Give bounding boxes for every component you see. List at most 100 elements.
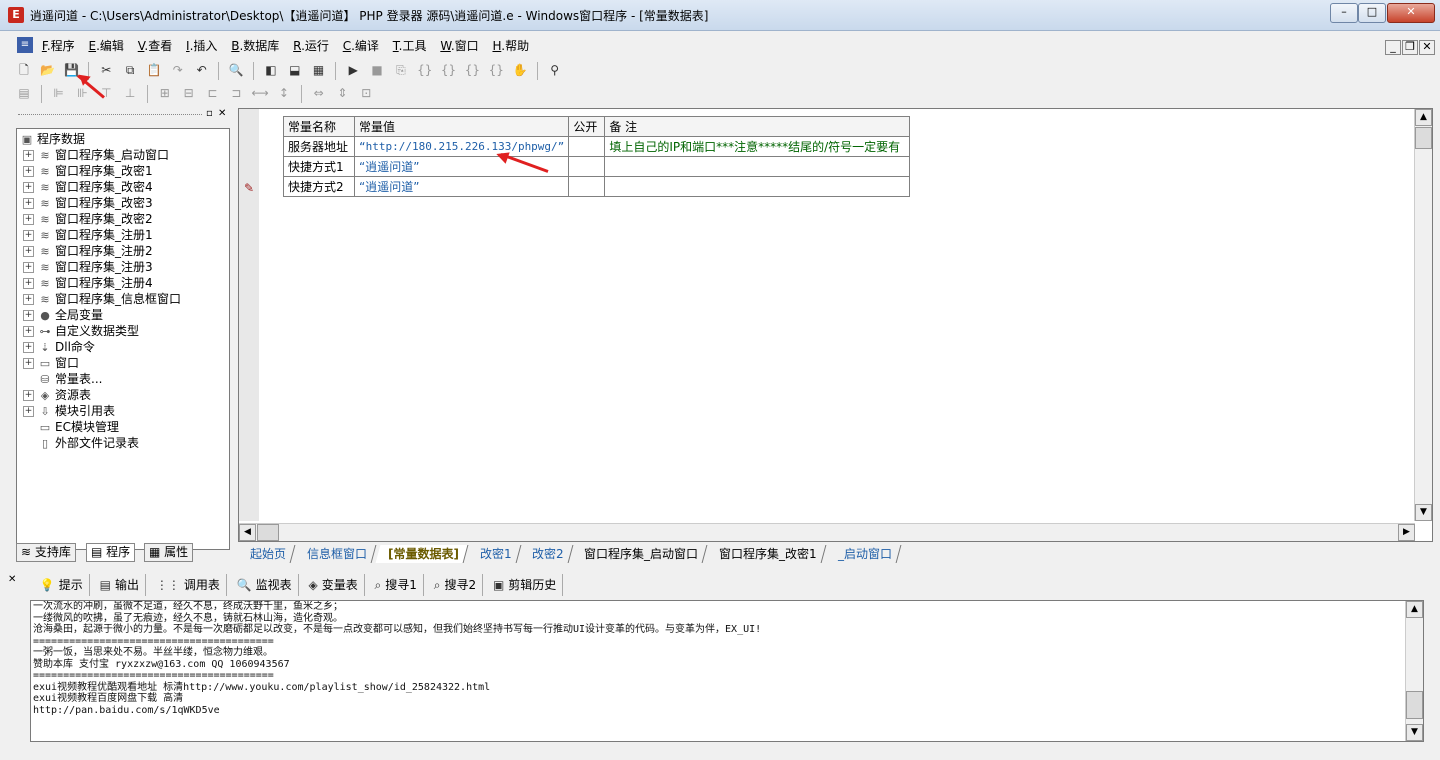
hscroll-thumb[interactable] bbox=[257, 524, 279, 541]
panel-pin-icon[interactable]: ▫ bbox=[206, 108, 213, 119]
tree-item-globals[interactable]: + ● 全局变量 bbox=[23, 307, 103, 323]
cell-value[interactable]: “http://180.215.226.133/phpwg/” bbox=[353, 136, 570, 157]
scroll-thumb[interactable] bbox=[1415, 127, 1432, 149]
output-panel[interactable]: 一次流水的冲刷，虽微不足道，经久不息，终成沃野千里，鱼米之乡； 一缕微风的吹拂，… bbox=[30, 600, 1424, 742]
redo-icon[interactable]: ↷ bbox=[168, 60, 188, 80]
output-scroll-thumb[interactable] bbox=[1406, 691, 1423, 719]
step-into-icon[interactable]: {} bbox=[415, 60, 435, 80]
menu-compile[interactable]: C.编译 bbox=[343, 36, 379, 56]
cell-public[interactable] bbox=[568, 136, 606, 157]
same-width-icon[interactable]: ⊏ bbox=[202, 83, 222, 103]
tab-output[interactable]: ▤ 输出 bbox=[94, 574, 146, 596]
find-icon[interactable]: 🔍 bbox=[226, 60, 246, 80]
editor-horizontal-scrollbar[interactable]: ◀ ▶ bbox=[239, 523, 1415, 541]
output-scroll-up-icon[interactable]: ▲ bbox=[1406, 601, 1423, 618]
cell-public[interactable] bbox=[568, 176, 606, 197]
align-left-icon[interactable]: ⊫ bbox=[49, 83, 69, 103]
tree-item-external[interactable]: ▯ 外部文件记录表 bbox=[23, 435, 139, 451]
cell-name[interactable]: 快捷方式2 bbox=[283, 176, 355, 197]
cell-public[interactable] bbox=[568, 156, 606, 177]
close-button[interactable]: ✕ bbox=[1387, 3, 1435, 23]
scroll-up-icon[interactable]: ▲ bbox=[1415, 109, 1432, 126]
tree-item[interactable]: + ≋ 窗口程序集_改密1 bbox=[23, 163, 153, 179]
tree-item-constants[interactable]: ⛁ 常量表... bbox=[23, 371, 102, 387]
copy-icon[interactable]: ⧉ bbox=[120, 60, 140, 80]
align-bottom-icon[interactable]: ⊥ bbox=[120, 83, 140, 103]
tab-startup-window[interactable]: _启动窗口 bbox=[825, 545, 902, 563]
menu-database[interactable]: B.数据库 bbox=[231, 36, 279, 56]
panel-close-icon[interactable]: ✕ bbox=[218, 108, 226, 119]
cell-note[interactable] bbox=[604, 156, 911, 177]
tree-item-window[interactable]: + ▭ 窗口 bbox=[23, 355, 79, 371]
tree-item-modules[interactable]: + ⇩ 模块引用表 bbox=[23, 403, 115, 419]
tree-root[interactable]: ▣ 程序数据 bbox=[20, 131, 85, 147]
scroll-right-icon[interactable]: ▶ bbox=[1398, 524, 1415, 541]
tree-item[interactable]: + ≋ 窗口程序集_注册1 bbox=[23, 227, 153, 243]
layout-left-icon[interactable]: ◧ bbox=[261, 60, 281, 80]
cut-icon[interactable]: ✂ bbox=[96, 60, 116, 80]
tree-item-ec[interactable]: ▭ EC模块管理 bbox=[23, 419, 119, 435]
menu-tools[interactable]: T.工具 bbox=[393, 36, 427, 56]
center-h-icon[interactable]: ⊞ bbox=[155, 83, 175, 103]
menu-insert[interactable]: I.插入 bbox=[186, 36, 217, 56]
scroll-down-icon[interactable]: ▼ bbox=[1415, 504, 1432, 521]
tree-item[interactable]: + ≋ 窗口程序集_信息框窗口 bbox=[23, 291, 181, 307]
new-file-icon[interactable]: 🗋 bbox=[14, 60, 34, 80]
table-row[interactable]: 快捷方式1 “逍遥问道” bbox=[283, 156, 911, 177]
cell-value[interactable]: “逍遥问道” bbox=[353, 176, 570, 197]
menu-window[interactable]: W.窗口 bbox=[440, 36, 478, 56]
scroll-left-icon[interactable]: ◀ bbox=[239, 524, 256, 541]
tree-item[interactable]: + ≋ 窗口程序集_注册4 bbox=[23, 275, 153, 291]
maximize-button[interactable]: □ bbox=[1358, 3, 1386, 23]
tab-change-pwd2[interactable]: 改密2 bbox=[519, 545, 574, 563]
layout-bottom-icon[interactable]: ⬓ bbox=[285, 60, 305, 80]
tree-item-resources[interactable]: + ◈ 资源表 bbox=[23, 387, 91, 403]
binoculars-icon[interactable]: ⚲ bbox=[545, 60, 565, 80]
output-scroll-down-icon[interactable]: ▼ bbox=[1406, 724, 1423, 741]
menu-help[interactable]: H.帮助 bbox=[492, 36, 529, 56]
tree-item[interactable]: + ≋ 窗口程序集_注册3 bbox=[23, 259, 153, 275]
same-height-icon[interactable]: ⊐ bbox=[226, 83, 246, 103]
hand-icon[interactable]: ✋ bbox=[510, 60, 530, 80]
grid-icon[interactable]: ▤ bbox=[14, 83, 34, 103]
tab-constants-table[interactable]: [常量数据表] bbox=[375, 545, 469, 563]
tab-search2[interactable]: ⌕ 搜寻2 bbox=[428, 574, 484, 596]
menu-program[interactable]: F.程序 bbox=[42, 36, 75, 56]
stretch-h-icon[interactable]: ⇔ bbox=[309, 83, 329, 103]
tree-item-types[interactable]: + ⊶ 自定义数据类型 bbox=[23, 323, 139, 339]
menu-edit[interactable]: E.编辑 bbox=[88, 36, 123, 56]
mdi-minimize-button[interactable]: _ bbox=[1385, 40, 1401, 55]
tab-assembly-change-pwd1[interactable]: 窗口程序集_改密1 bbox=[706, 545, 827, 563]
tab-call-stack[interactable]: ⋮⋮ 调用表 bbox=[150, 574, 227, 596]
menu-view[interactable]: V.查看 bbox=[138, 36, 173, 56]
cell-note[interactable] bbox=[604, 176, 911, 197]
paste-icon[interactable]: 📋 bbox=[144, 60, 164, 80]
cell-name[interactable]: 快捷方式1 bbox=[283, 156, 355, 177]
tab-watch[interactable]: 🔍 监视表 bbox=[231, 574, 299, 596]
output-scrollbar[interactable]: ▲ ▼ bbox=[1405, 601, 1423, 741]
space-v-icon[interactable]: ↕ bbox=[274, 83, 294, 103]
tree-item[interactable]: + ≋ 窗口程序集_改密2 bbox=[23, 211, 153, 227]
table-row[interactable]: 服务器地址 “http://180.215.226.133/phpwg/” 填上… bbox=[283, 136, 911, 157]
tab-properties[interactable]: ▦ 属性 bbox=[144, 543, 194, 562]
run-to-cursor-icon[interactable]: {} bbox=[486, 60, 506, 80]
stretch-v-icon[interactable]: ⇕ bbox=[332, 83, 352, 103]
tab-msgbox-window[interactable]: 信息框窗口 bbox=[294, 545, 377, 563]
center-v-icon[interactable]: ⊟ bbox=[179, 83, 199, 103]
step-out-icon[interactable]: {} bbox=[462, 60, 482, 80]
space-h-icon[interactable]: ⟷ bbox=[250, 83, 270, 103]
tab-clip-history[interactable]: ▣ 剪辑历史 bbox=[487, 574, 564, 596]
tree-item-dll[interactable]: + ⇣ Dll命令 bbox=[23, 339, 95, 355]
mdi-close-button[interactable]: ✕ bbox=[1419, 40, 1435, 55]
tree-item[interactable]: + ≋ 窗口程序集_注册2 bbox=[23, 243, 153, 259]
run-icon[interactable]: ▶ bbox=[343, 60, 363, 80]
layout-split-icon[interactable]: ▦ bbox=[309, 60, 329, 80]
tree-item[interactable]: + ≋ 窗口程序集_启动窗口 bbox=[23, 147, 169, 163]
menu-run[interactable]: R.运行 bbox=[293, 36, 329, 56]
step-icon[interactable]: ⎘ bbox=[391, 60, 411, 80]
tab-variables[interactable]: ◈ 变量表 bbox=[302, 574, 365, 596]
open-folder-icon[interactable]: 📂 bbox=[38, 60, 58, 80]
center-form-icon[interactable]: ⊡ bbox=[356, 83, 376, 103]
mdi-restore-button[interactable]: ❐ bbox=[1402, 40, 1418, 55]
tree-item[interactable]: + ≋ 窗口程序集_改密4 bbox=[23, 179, 153, 195]
